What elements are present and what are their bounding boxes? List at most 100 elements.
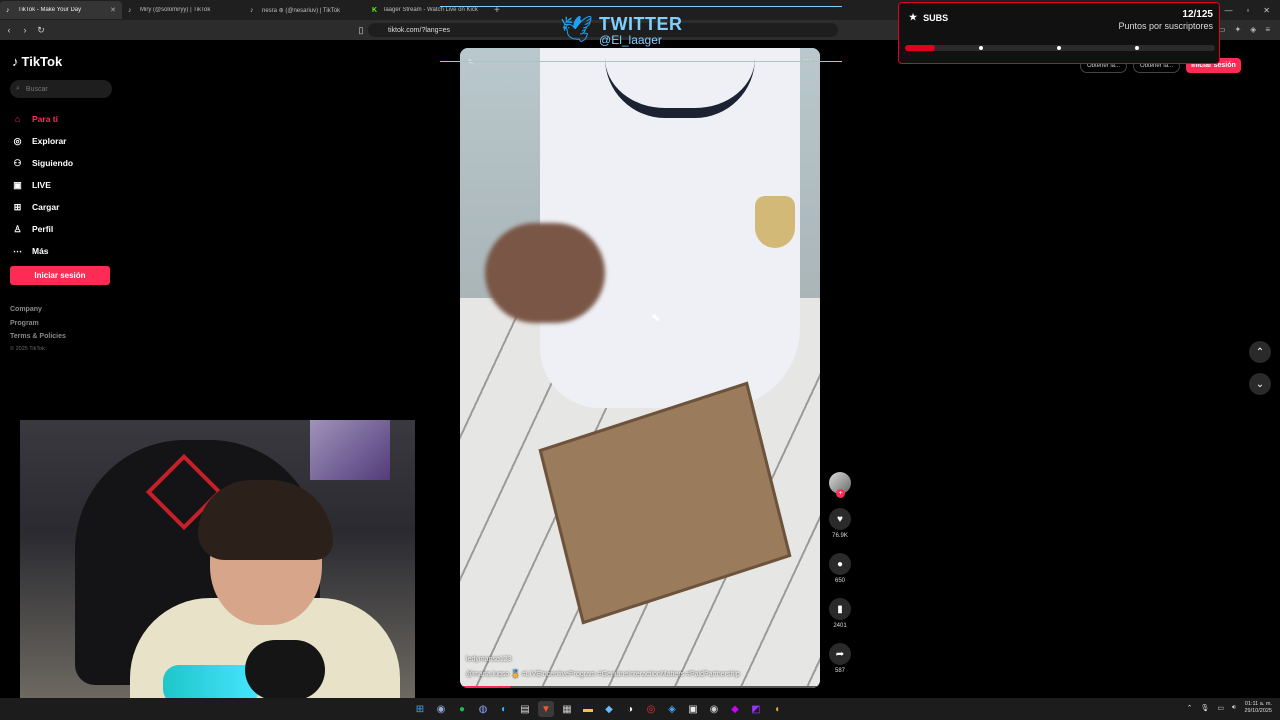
- system-clock[interactable]: 01:11 a. m. 29/10/2025: [1244, 701, 1272, 715]
- minimize-icon[interactable]: —: [1224, 6, 1232, 15]
- steam-icon[interactable]: ◉: [433, 701, 449, 717]
- reload-icon[interactable]: ↻: [34, 25, 48, 36]
- share-count: 587: [834, 668, 845, 674]
- app-icon[interactable]: ◆: [727, 701, 743, 717]
- edge-icon[interactable]: ◐: [496, 701, 512, 717]
- tab-label: TikTok - Make Your Day: [18, 7, 82, 13]
- comment-button[interactable]: ●: [829, 553, 851, 575]
- tab-miry[interactable]: ♪ Miry (@solomiryy) | TikTok: [122, 1, 244, 19]
- sidebar-item-siguiendo[interactable]: ⚇ Siguiendo: [12, 152, 73, 174]
- discord-icon[interactable]: ◍: [475, 701, 491, 717]
- twitter-bird-icon: 🕊︎: [560, 14, 594, 44]
- logo-text: TikTok: [21, 54, 63, 69]
- twitter-overlay: 🕊︎ TWITTER @El_laager: [560, 14, 683, 47]
- following-icon: ⚇: [13, 157, 22, 168]
- subs-goal-widget: ★ SUBS 12/125 Puntos por suscriptores: [898, 2, 1220, 64]
- brave-icon[interactable]: ▼: [538, 701, 554, 717]
- app-icon[interactable]: ◆: [601, 701, 617, 717]
- app-icon[interactable]: ▦: [559, 701, 575, 717]
- save-button[interactable]: ▮: [829, 598, 851, 620]
- previous-video-button[interactable]: ⌃: [1249, 341, 1271, 363]
- shield-icon[interactable]: ◈: [1250, 25, 1256, 34]
- creator-avatar[interactable]: +: [829, 472, 851, 498]
- more-options-icon[interactable]: ⋯: [803, 54, 812, 65]
- tab-kick[interactable]: K laager Stream - Watch Live on Kick: [366, 1, 488, 19]
- follow-plus-icon[interactable]: +: [836, 489, 845, 498]
- maximize-icon[interactable]: ▫: [1246, 6, 1249, 15]
- store-icon[interactable]: ▤: [517, 701, 533, 717]
- subs-title: ★ SUBS: [909, 12, 948, 23]
- app-icon[interactable]: ◖: [769, 701, 785, 717]
- window-controls: — ▫ ✕: [1224, 0, 1280, 20]
- mouse-cursor-icon: ⬉: [651, 312, 661, 324]
- spotify-icon[interactable]: ●: [454, 701, 470, 717]
- tiktok-icon: ♪: [12, 54, 19, 69]
- sidebar-item-cargar[interactable]: ⊞ Cargar: [12, 196, 73, 218]
- like-count: 76.9K: [832, 533, 848, 539]
- sidebar-nav: ⌂ Para ti ◎ Explorar ⚇ Siguiendo ▣ LIVE …: [12, 108, 73, 262]
- video-caption: @maria.luqso 🏅 #LIVEIncentiveProgram #Ge…: [466, 671, 740, 678]
- video-player[interactable]: 🔇︎ ⋯ ledymanso123 @maria.luqso 🏅 #LIVEIn…: [460, 48, 820, 688]
- network-icon[interactable]: ▭: [1217, 704, 1224, 712]
- back-icon[interactable]: ‹: [2, 25, 16, 35]
- search-input[interactable]: ⌕ Buscar: [10, 80, 112, 98]
- overlay-line-bottom: [440, 61, 842, 62]
- screen: ♪ TikTok - Make Your Day ✕ ♪ Miry (@solo…: [0, 0, 1280, 720]
- live-icon: ▣: [13, 179, 22, 190]
- close-window-icon[interactable]: ✕: [1263, 6, 1270, 15]
- mic-icon[interactable]: 🎙︎: [1201, 704, 1210, 712]
- sidebar-item-live[interactable]: ▣ LIVE: [12, 174, 73, 196]
- extensions-icon[interactable]: ✦: [1234, 25, 1241, 34]
- video-actions: + ♥ 76.9K ● 650 ▮ 2401 ➦ 587: [826, 472, 854, 674]
- sidebar-item-perfil[interactable]: ♙ Perfil: [12, 218, 73, 240]
- next-video-button[interactable]: ⌄: [1249, 373, 1271, 395]
- sidebar-item-label: Siguiendo: [32, 158, 74, 168]
- app-icon[interactable]: ◉: [706, 701, 722, 717]
- tray-chevron-icon[interactable]: ⌃: [1187, 704, 1193, 712]
- app-icon[interactable]: ◩: [748, 701, 764, 717]
- comment-count: 650: [834, 578, 845, 584]
- sidebar-item-label: Para ti: [32, 114, 58, 124]
- app-icon[interactable]: ◎: [643, 701, 659, 717]
- login-button[interactable]: Iniciar sesión: [10, 266, 110, 285]
- app-icon[interactable]: ◈: [664, 701, 680, 717]
- sidebar-item-label: LIVE: [32, 180, 51, 190]
- tab-tiktok-home[interactable]: ♪ TikTok - Make Your Day ✕: [0, 1, 122, 19]
- sidebar-item-para-ti[interactable]: ⌂ Para ti: [12, 108, 73, 130]
- app-icon[interactable]: ◑: [622, 701, 638, 717]
- clock-time: 01:11 a. m.: [1244, 701, 1272, 707]
- tiktok-icon: ♪: [128, 6, 132, 14]
- tiktok-logo[interactable]: ♪ TikTok: [12, 54, 62, 69]
- close-tab-icon[interactable]: ✕: [110, 6, 116, 14]
- footer-link-program[interactable]: Program: [10, 320, 66, 334]
- menu-icon[interactable]: ≡: [1265, 25, 1270, 34]
- background-shelf: [310, 420, 390, 480]
- forward-icon[interactable]: ›: [18, 25, 32, 35]
- copyright-text: © 2025 TikTok: [10, 346, 45, 352]
- webcam-overlay: [20, 420, 415, 700]
- volume-icon[interactable]: 🔉︎: [1232, 704, 1236, 712]
- folder-icon[interactable]: ▬: [580, 701, 596, 717]
- app-icon[interactable]: ▣: [685, 701, 701, 717]
- tab-label: nesra ⊛ (@nesariuv) | TikTok: [262, 7, 341, 14]
- windows-start-icon[interactable]: ⊞: [412, 701, 428, 717]
- twitter-handle: @El_laager: [599, 33, 662, 47]
- sidebar-item-mas[interactable]: ⋯ Más: [12, 240, 73, 262]
- sidebar-item-explorar[interactable]: ◎ Explorar: [12, 130, 73, 152]
- bookmark-icon[interactable]: ▯: [354, 25, 368, 36]
- save-count: 2401: [833, 623, 847, 629]
- streamer-hair: [198, 480, 333, 560]
- video-progress-bar[interactable]: [460, 686, 820, 688]
- footer-link-terms[interactable]: Terms & Policies: [10, 333, 66, 347]
- system-tray: ⌃ 🎙︎ ▭ 🔉︎ 01:11 a. m. 29/10/2025: [1187, 701, 1272, 715]
- subs-label: SUBS: [923, 12, 949, 23]
- video-author[interactable]: ledymanso123: [466, 656, 512, 663]
- milestone-dot: [979, 46, 983, 50]
- footer-link-company[interactable]: Company: [10, 306, 66, 320]
- share-button[interactable]: ➦: [829, 643, 851, 665]
- profile-icon: ♙: [13, 223, 22, 234]
- subs-count: 12/125: [1182, 9, 1213, 20]
- like-button[interactable]: ♥: [829, 508, 851, 530]
- tiktok-icon: ♪: [250, 6, 254, 14]
- tab-nesra[interactable]: ♪ nesra ⊛ (@nesariuv) | TikTok: [244, 1, 366, 19]
